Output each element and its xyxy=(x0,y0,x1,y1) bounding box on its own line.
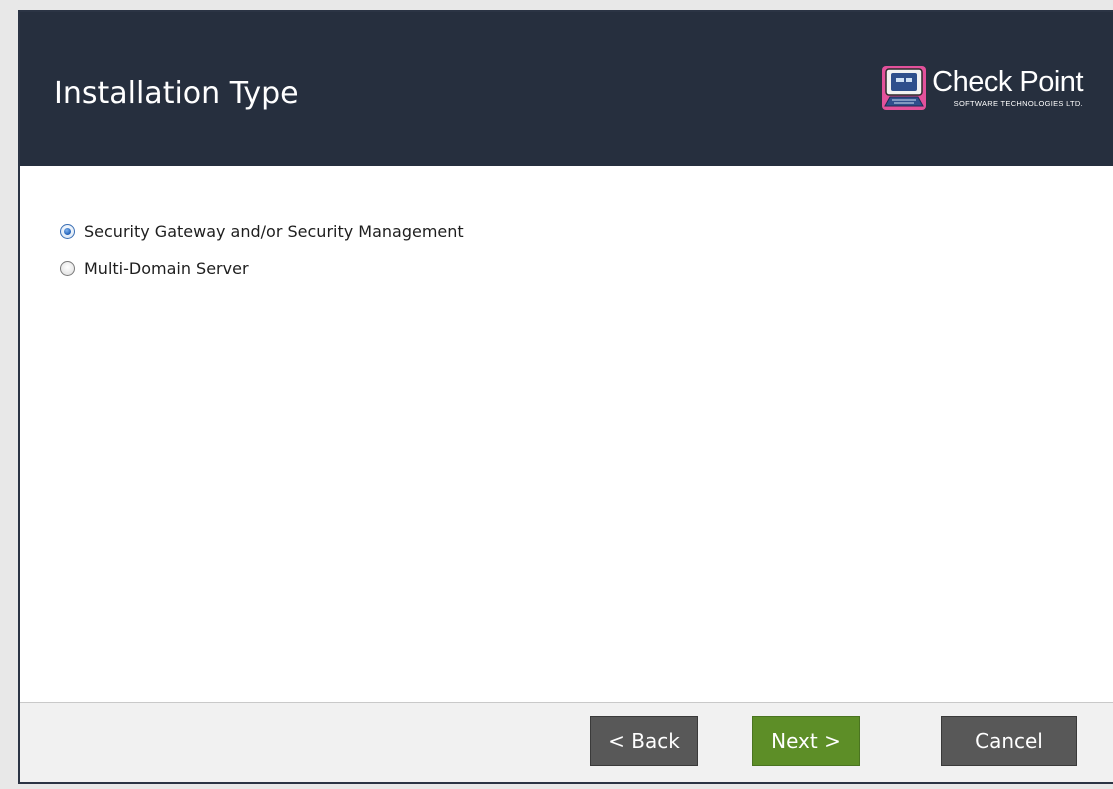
radio-unselected-icon[interactable] xyxy=(60,261,75,276)
logo-tagline: SOFTWARE TECHNOLOGIES LTD. xyxy=(953,99,1083,109)
cancel-button[interactable]: Cancel xyxy=(941,716,1077,766)
footer-bar: < Back Next > Cancel xyxy=(20,702,1113,782)
check-point-logo-icon xyxy=(882,66,927,110)
logo-name: Check Point xyxy=(932,66,1083,99)
page-title: Installation Type xyxy=(54,76,299,111)
check-point-logo: Check Point SOFTWARE TECHNOLOGIES LTD. xyxy=(882,66,1083,110)
radio-selected-icon[interactable] xyxy=(60,224,75,239)
option-security-gateway[interactable]: Security Gateway and/or Security Managem… xyxy=(60,222,464,241)
back-button[interactable]: < Back xyxy=(590,716,698,766)
options-panel: Security Gateway and/or Security Managem… xyxy=(20,166,1113,702)
option-multi-domain-server[interactable]: Multi-Domain Server xyxy=(60,259,249,278)
next-button[interactable]: Next > xyxy=(752,716,860,766)
option-label: Security Gateway and/or Security Managem… xyxy=(84,222,464,241)
header-bar: Installation Type Check Point SOFTWARE T… xyxy=(20,12,1113,166)
option-label: Multi-Domain Server xyxy=(84,259,249,278)
installer-window: Installation Type Check Point SOFTWARE T… xyxy=(18,10,1113,784)
